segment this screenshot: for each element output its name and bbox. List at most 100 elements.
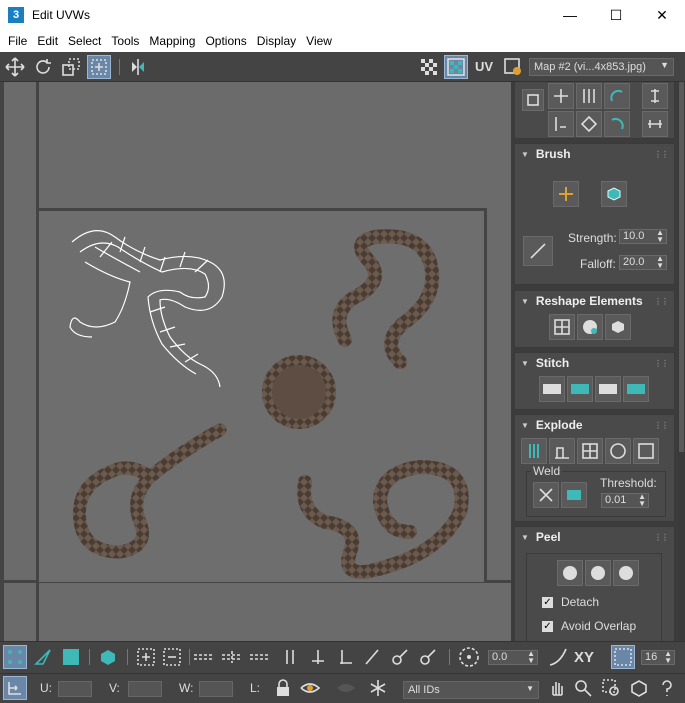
peel-mode-icon[interactable] bbox=[585, 560, 611, 586]
rotate-icon[interactable] bbox=[31, 55, 55, 79]
paint-shrink-icon[interactable] bbox=[416, 645, 440, 669]
rollout-peel-header[interactable]: ▼ Peel ⋮⋮ bbox=[515, 527, 674, 547]
menu-select[interactable]: Select bbox=[63, 34, 106, 48]
menu-display[interactable]: Display bbox=[252, 34, 301, 48]
pan-icon[interactable] bbox=[545, 676, 569, 700]
paint-move-icon[interactable] bbox=[553, 181, 579, 207]
loop-select-icon[interactable] bbox=[192, 645, 216, 669]
flatten-custom-icon[interactable] bbox=[633, 438, 659, 464]
menu-tools[interactable]: Tools bbox=[106, 34, 144, 48]
relax-icon[interactable] bbox=[605, 314, 631, 340]
rollout-explode-header[interactable]: ▼ Explode ⋮⋮ bbox=[515, 415, 674, 435]
show-map-icon[interactable] bbox=[444, 55, 468, 79]
menu-options[interactable]: Options bbox=[200, 34, 251, 48]
zoom-region-icon[interactable] bbox=[599, 676, 623, 700]
straighten-icon[interactable] bbox=[548, 111, 574, 137]
threshold-spinner[interactable]: 0.01 ▲ ▼ bbox=[601, 493, 649, 508]
rotate-ccw-icon[interactable] bbox=[604, 111, 630, 137]
freeform-mode-icon[interactable] bbox=[87, 55, 111, 79]
lock-icon[interactable] bbox=[271, 676, 295, 700]
straighten-selection-icon[interactable] bbox=[549, 314, 575, 340]
align-vertical-icon[interactable] bbox=[576, 83, 602, 109]
hide-icon[interactable] bbox=[298, 676, 322, 700]
relax-until-flat-icon[interactable] bbox=[577, 314, 603, 340]
loop-grow-icon[interactable] bbox=[220, 645, 244, 669]
space-horizontal-icon[interactable] bbox=[642, 111, 668, 137]
map-settings-icon[interactable] bbox=[501, 55, 525, 79]
grid-snap-icon[interactable] bbox=[611, 645, 635, 669]
grip-icon: ⋮⋮ bbox=[654, 532, 669, 542]
uv-axis-label[interactable]: UV bbox=[475, 59, 493, 74]
freeze-icon[interactable] bbox=[366, 676, 390, 700]
stitch-to-target-icon[interactable] bbox=[567, 376, 593, 402]
align-horizontal-icon[interactable] bbox=[548, 83, 574, 109]
v-input[interactable] bbox=[128, 681, 162, 697]
element-mode-icon[interactable] bbox=[96, 645, 120, 669]
edge-mode-icon[interactable] bbox=[31, 645, 55, 669]
vertex-mode-icon[interactable] bbox=[3, 645, 27, 669]
paint-select-icon[interactable] bbox=[360, 645, 384, 669]
xy-space-label[interactable]: XY bbox=[574, 649, 594, 666]
absolute-offset-icon[interactable] bbox=[3, 676, 27, 700]
w-input[interactable] bbox=[199, 681, 233, 697]
minimize-button[interactable]: — bbox=[547, 0, 593, 30]
material-id-dropdown[interactable]: All IDs ▼ bbox=[403, 681, 539, 699]
help-icon[interactable] bbox=[655, 676, 679, 700]
u-input[interactable] bbox=[58, 681, 92, 697]
flatten-by-smoothing-icon[interactable] bbox=[577, 438, 603, 464]
loop-shrink-icon[interactable] bbox=[248, 645, 272, 669]
menu-mapping[interactable]: Mapping bbox=[144, 34, 200, 48]
window-title: Edit UVWs bbox=[32, 8, 91, 22]
ring-grow-icon[interactable] bbox=[306, 645, 330, 669]
stitch-average-icon[interactable] bbox=[595, 376, 621, 402]
menu-edit[interactable]: Edit bbox=[32, 34, 63, 48]
freeform-gizmo-icon[interactable] bbox=[522, 89, 544, 111]
relax-brush-icon[interactable] bbox=[601, 181, 627, 207]
paint-grow-icon[interactable] bbox=[388, 645, 412, 669]
zoom-icon[interactable] bbox=[571, 676, 595, 700]
detach-checkbox[interactable]: ✓ bbox=[542, 597, 553, 608]
strength-spinner[interactable]: 10.0 ▲ ▼ bbox=[619, 229, 667, 244]
scrollbar-thumb[interactable] bbox=[679, 82, 684, 452]
falloff-curve-icon[interactable] bbox=[546, 645, 570, 669]
zoom-extents-icon[interactable] bbox=[627, 676, 651, 700]
relax-icon[interactable] bbox=[576, 111, 602, 137]
checker-pattern-icon[interactable] bbox=[417, 55, 441, 79]
flatten-by-material-icon[interactable] bbox=[605, 438, 631, 464]
mirror-icon[interactable] bbox=[126, 55, 150, 79]
rollout-brush-header[interactable]: ▼ Brush ⋮⋮ bbox=[515, 144, 674, 164]
ring-shrink-icon[interactable] bbox=[334, 645, 358, 669]
soft-select-icon[interactable] bbox=[457, 645, 481, 669]
grid-value-spinner[interactable]: 16 ▲ ▼ bbox=[641, 650, 675, 665]
brush-falloff-icon[interactable] bbox=[523, 236, 553, 266]
peel-reset-icon[interactable] bbox=[613, 560, 639, 586]
show-icon[interactable] bbox=[334, 676, 358, 700]
rollout-reshape-header[interactable]: ▼ Reshape Elements ⋮⋮ bbox=[515, 291, 674, 311]
map-dropdown[interactable]: Map #2 (vi...4x853.jpg) ▼ bbox=[529, 58, 674, 76]
detach-edge-icon[interactable] bbox=[549, 438, 575, 464]
move-icon[interactable] bbox=[3, 55, 27, 79]
space-vertical-icon[interactable] bbox=[642, 83, 668, 109]
uv-viewport[interactable] bbox=[0, 82, 511, 641]
weld-all-icon[interactable] bbox=[561, 482, 587, 508]
rotate-cw-icon[interactable] bbox=[604, 83, 630, 109]
break-icon[interactable] bbox=[521, 438, 547, 464]
soft-select-value-spinner[interactable]: 0.0 ▲ ▼ bbox=[488, 650, 538, 665]
stitch-custom-icon[interactable] bbox=[539, 376, 565, 402]
quick-peel-icon[interactable] bbox=[557, 560, 583, 586]
shrink-selection-icon[interactable] bbox=[160, 645, 184, 669]
weld-selected-icon[interactable] bbox=[533, 482, 559, 508]
maximize-button[interactable]: ☐ bbox=[593, 0, 639, 30]
menu-view[interactable]: View bbox=[301, 34, 337, 48]
close-button[interactable]: ✕ bbox=[639, 0, 685, 30]
falloff-spinner[interactable]: 20.0 ▲ ▼ bbox=[619, 255, 667, 270]
stitch-to-source-icon[interactable] bbox=[623, 376, 649, 402]
scale-icon[interactable] bbox=[59, 55, 83, 79]
avoid-overlap-checkbox[interactable]: ✓ bbox=[542, 621, 553, 632]
panel-scrollbar[interactable] bbox=[678, 82, 685, 641]
grow-selection-icon[interactable] bbox=[134, 645, 158, 669]
rollout-stitch-header[interactable]: ▼ Stitch ⋮⋮ bbox=[515, 353, 674, 373]
menu-file[interactable]: File bbox=[3, 34, 32, 48]
polygon-mode-icon[interactable] bbox=[59, 645, 83, 669]
ring-select-icon[interactable] bbox=[278, 645, 302, 669]
